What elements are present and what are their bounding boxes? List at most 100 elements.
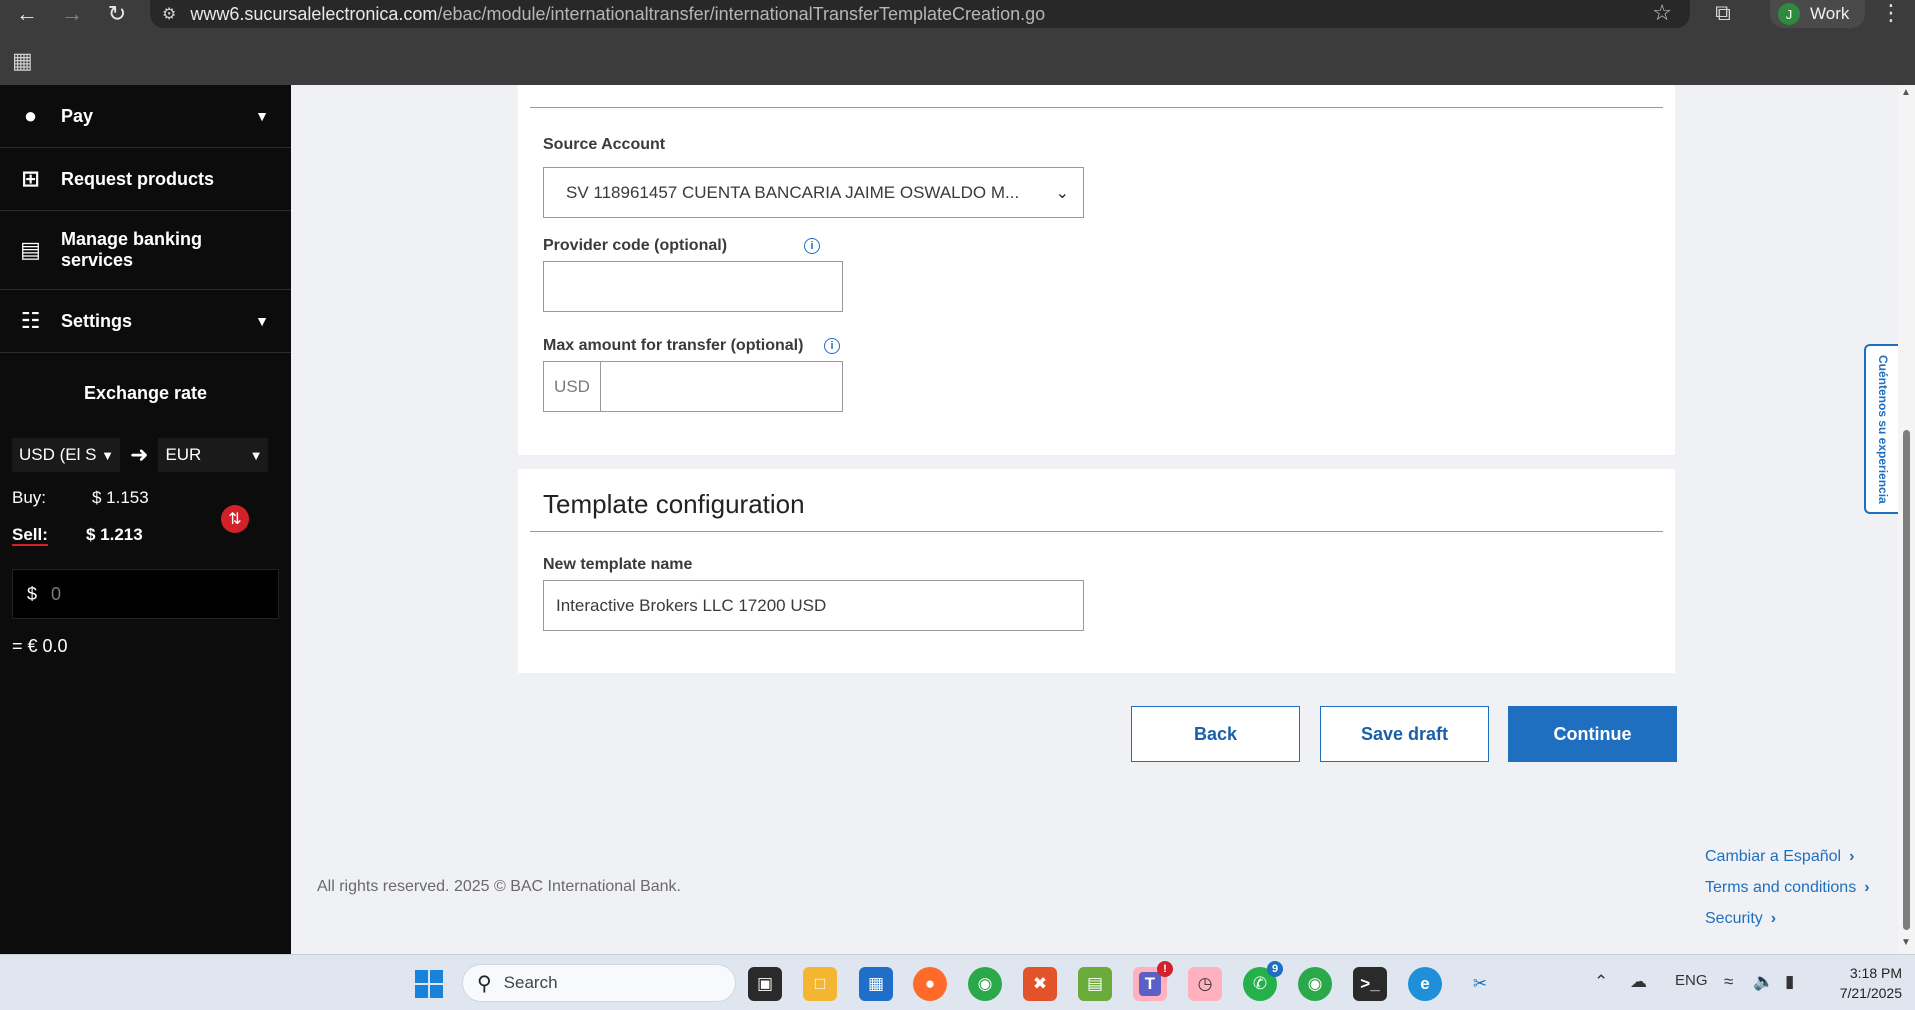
clock-time: 3:18 PM	[1849, 965, 1902, 981]
buy-value: $ 1.153	[92, 488, 149, 507]
feedback-tab[interactable]: Cuéntenos su experiencia	[1864, 344, 1900, 514]
forward-arrow-icon[interactable]: →	[55, 0, 89, 28]
search-icon: ⚲	[477, 972, 492, 995]
sidebar-item-request-products[interactable]: ⊞ Request products	[0, 148, 291, 211]
chevron-right-icon: ›	[1849, 848, 1855, 865]
source-account-select[interactable]: SV 118961457 CUENTA BANCARIA JAIME OSWAL…	[543, 167, 1084, 218]
browser-menu-icon[interactable]: ⋮	[1880, 0, 1902, 26]
whatsapp-icon[interactable]: ✆ 9	[1243, 961, 1283, 1001]
teams-icon[interactable]: T!	[1133, 961, 1173, 1001]
to-currency-value: EUR	[165, 445, 202, 464]
info-icon[interactable]: i	[824, 338, 840, 354]
chrome-icon[interactable]: ◉	[968, 967, 1002, 1001]
sheets-app-icon[interactable]: ▤	[1078, 967, 1112, 1001]
provider-code-label: Provider code (optional)	[543, 237, 728, 254]
sidebar-item-label: Settings	[61, 310, 133, 331]
chevron-down-icon: ▼	[249, 447, 263, 463]
search-placeholder: Search	[503, 973, 558, 992]
sell-label: Sell:	[12, 525, 48, 546]
buy-rate: Buy: $ 1.153	[12, 488, 149, 508]
laptop-icon: ▤	[20, 237, 41, 262]
profile-name: Work	[1810, 4, 1850, 23]
edge-icon[interactable]: e	[1408, 967, 1442, 1001]
security-link[interactable]: Security ›	[1705, 910, 1776, 928]
chrome-profile-icon[interactable]: ◉	[1298, 967, 1332, 1001]
currency-selectors: USD (El S ▼ ➜ EUR ▼	[12, 438, 277, 472]
scroll-down-icon[interactable]: ▼	[1901, 937, 1911, 948]
battery-icon[interactable]: ▮	[1785, 972, 1794, 992]
address-bar[interactable]: ⚙ www6.sucursalelectronica.com/ebac/modu…	[150, 0, 1690, 28]
remote-app-icon[interactable]: ✖	[1023, 967, 1057, 1001]
swap-currency-icon[interactable]: ⇅	[221, 505, 249, 533]
avatar: J	[1778, 3, 1800, 25]
save-draft-button[interactable]: Save draft	[1320, 706, 1489, 762]
from-currency-value: USD (El S	[19, 445, 97, 464]
reload-icon[interactable]: ↻	[100, 0, 134, 28]
scrollbar-thumb[interactable]	[1903, 430, 1910, 930]
source-account-value: SV 118961457 CUENTA BANCARIA JAIME OSWAL…	[566, 182, 1020, 202]
sidebar: ● Pay ▼ ⊞ Request products ▤ Manage bank…	[0, 85, 291, 954]
chevron-down-icon: ▼	[255, 313, 269, 329]
plus-box-icon: ⊞	[21, 166, 40, 191]
template-config-title: Template configuration	[543, 489, 805, 519]
apps-grid-icon[interactable]: ▦	[12, 48, 33, 74]
converted-amount: = € 0.0	[12, 636, 68, 656]
buy-label: Buy:	[12, 488, 47, 507]
language-link[interactable]: Cambiar a Español ›	[1705, 848, 1854, 866]
continue-button[interactable]: Continue	[1508, 706, 1677, 762]
gauge-app-icon[interactable]: ◷	[1188, 967, 1222, 1001]
sidebar-item-label: Pay	[61, 105, 94, 126]
info-icon[interactable]: i	[804, 238, 820, 254]
sidebar-item-pay[interactable]: ● Pay ▼	[0, 85, 291, 148]
page-scrollbar[interactable]: ▲ ▼	[1898, 85, 1915, 954]
back-button[interactable]: Back	[1131, 706, 1300, 762]
extensions-icon[interactable]: ⧉	[1706, 0, 1740, 26]
amount-placeholder: 0	[51, 583, 62, 604]
terminal-icon[interactable]: >_	[1353, 967, 1387, 1001]
sidebar-item-label: Manage banking services	[61, 229, 203, 270]
onedrive-icon[interactable]: ☁	[1630, 972, 1647, 992]
sidebar-item-manage-banking-services[interactable]: ▤ Manage banking services	[0, 211, 291, 290]
section-divider	[530, 531, 1663, 532]
chevron-up-icon[interactable]: ⌃	[1594, 972, 1608, 992]
sliders-icon: ☷	[20, 308, 41, 333]
from-currency-select[interactable]: USD (El S ▼	[12, 438, 120, 472]
template-name-label: New template name	[543, 556, 693, 573]
profile-button[interactable]: J Work	[1770, 0, 1866, 28]
language-indicator[interactable]: ENG	[1675, 972, 1708, 989]
bookmarks-bar: ▦	[0, 28, 1915, 85]
terms-link[interactable]: Terms and conditions ›	[1705, 879, 1870, 897]
bookmark-star-icon[interactable]: ☆	[1652, 0, 1672, 26]
sell-rate: Sell: $ 1.213	[12, 525, 143, 546]
max-amount-input[interactable]: USD	[543, 361, 843, 412]
firefox-icon[interactable]: ●	[913, 967, 947, 1001]
windows-taskbar: ⚲ Search ▣ □ ▦ ● ◉ ✖ ▤ T! ◷ ✆ 9 ◉ >_ e ✂ …	[0, 954, 1915, 1010]
clock-date: 7/21/2025	[1839, 985, 1902, 1001]
windows-start-icon[interactable]	[415, 970, 443, 998]
ms-store-icon[interactable]: ▦	[859, 967, 893, 1001]
volume-icon[interactable]: 🔈	[1753, 972, 1774, 992]
taskbar-search[interactable]: ⚲ Search	[462, 964, 736, 1002]
site-info-icon[interactable]: ⚙	[162, 4, 176, 24]
terms-link-label: Terms and conditions	[1705, 879, 1857, 896]
task-view-icon[interactable]: ▣	[748, 967, 782, 1001]
sell-value: $ 1.213	[86, 525, 143, 544]
url-text: www6.sucursalelectronica.com/ebac/module…	[190, 3, 1046, 24]
snipping-tool-icon[interactable]: ✂	[1463, 967, 1497, 1001]
currency-prefix: USD	[544, 362, 601, 411]
to-currency-select[interactable]: EUR ▼	[158, 438, 269, 472]
language-link-label: Cambiar a Español	[1705, 848, 1842, 865]
exchange-amount-input[interactable]: $ 0	[12, 569, 279, 619]
arrow-right-icon: ➜	[130, 442, 149, 467]
system-clock[interactable]: 3:18 PM 7/21/2025	[1826, 963, 1902, 1003]
chevron-right-icon: ›	[1770, 910, 1777, 927]
footer-copyright: All rights reserved. 2025 © BAC Internat…	[317, 878, 681, 895]
file-explorer-icon[interactable]: □	[803, 967, 837, 1001]
exchange-rate-title: Exchange rate	[83, 383, 208, 403]
template-name-input[interactable]: Interactive Brokers LLC 17200 USD	[543, 580, 1084, 631]
scroll-up-icon[interactable]: ▲	[1901, 87, 1911, 98]
wifi-icon[interactable]: ≈	[1724, 972, 1733, 992]
provider-code-input[interactable]	[543, 261, 843, 312]
sidebar-item-settings[interactable]: ☷ Settings ▼	[0, 290, 291, 353]
back-arrow-icon[interactable]: ←	[10, 0, 44, 28]
